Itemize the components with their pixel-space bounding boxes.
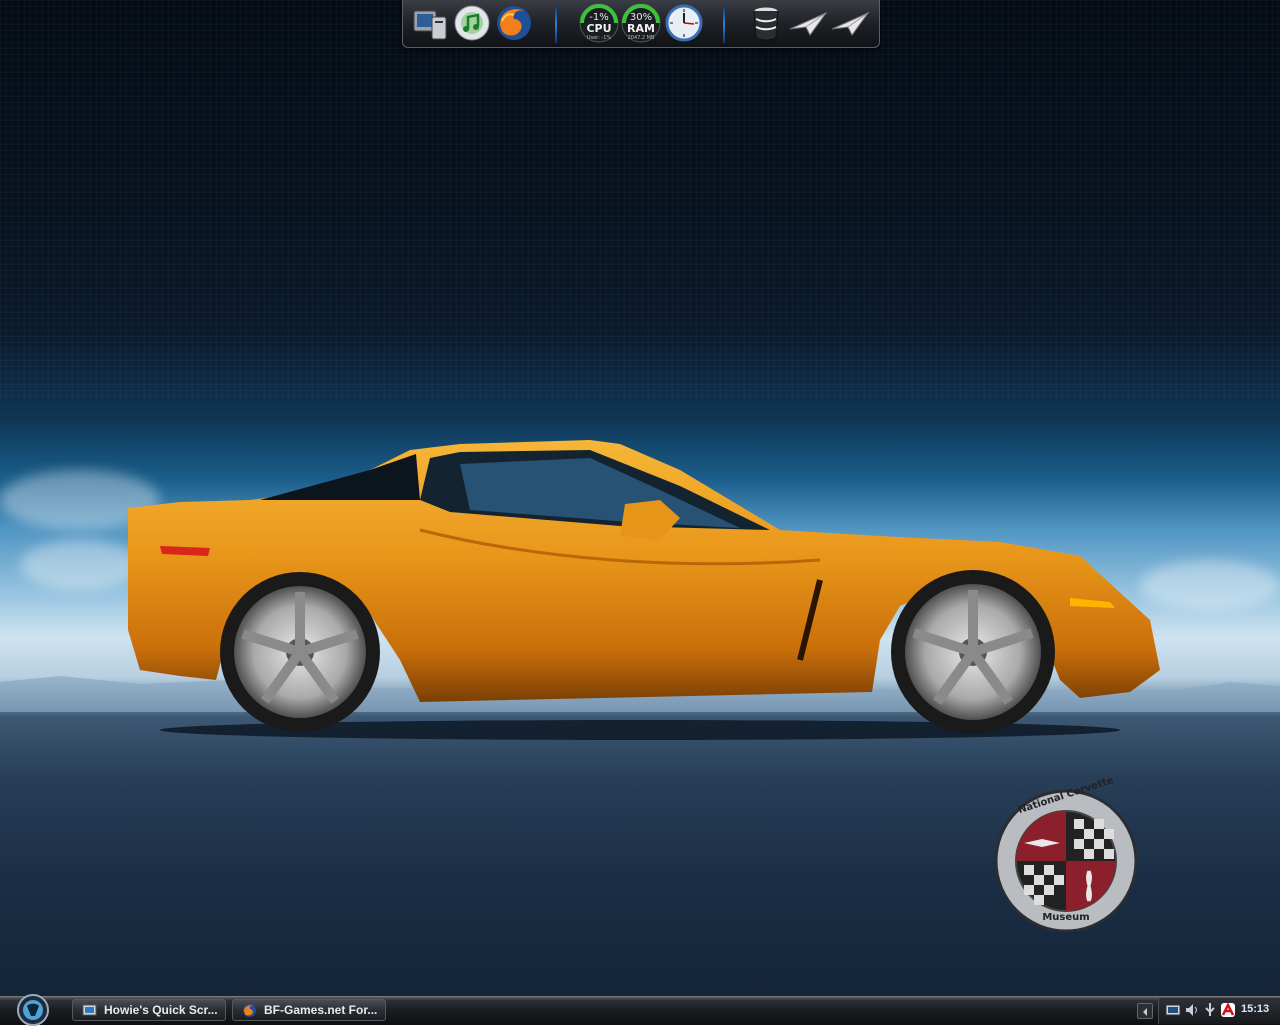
desktop-wallpaper: National Corvette Museum xyxy=(0,0,1280,996)
dock-separator xyxy=(723,5,725,43)
taskbar-item-quick-screenshot[interactable]: Howie's Quick Scr... xyxy=(72,999,226,1021)
antivirus-icon[interactable] xyxy=(1220,1002,1236,1018)
dock-bar: -1% CPU User: -1% 30% RAM 2047.2 MB xyxy=(402,0,880,48)
cpu-label: CPU xyxy=(586,22,612,35)
sports-car-illustration xyxy=(128,440,1160,740)
paper-plane-icon[interactable] xyxy=(788,3,828,43)
taskbar-clock[interactable]: 15:13 xyxy=(1241,1003,1269,1015)
cpu-gauge[interactable]: -1% CPU User: -1% xyxy=(578,2,620,44)
taskbar-item-bf-games[interactable]: BF-Games.net For... xyxy=(232,999,386,1021)
taskbar-item-label: BF-Games.net For... xyxy=(264,1003,378,1017)
taskbar-item-label: Howie's Quick Scr... xyxy=(104,1003,218,1017)
network-icon[interactable] xyxy=(1165,1002,1181,1018)
dock-separator xyxy=(555,5,557,43)
screenshot-app-icon xyxy=(82,1004,97,1016)
volume-icon[interactable] xyxy=(1184,1002,1200,1018)
usb-icon[interactable] xyxy=(1202,1002,1218,1018)
tray-expand-button[interactable] xyxy=(1137,1003,1153,1019)
chevron-left-icon xyxy=(1143,1008,1147,1016)
clock-icon[interactable] xyxy=(664,3,704,43)
museum-logo-bottom-text: Museum xyxy=(1042,912,1090,923)
my-computer-icon[interactable] xyxy=(410,3,450,43)
ram-label: RAM xyxy=(627,22,655,35)
firefox-icon[interactable] xyxy=(494,3,534,43)
cpu-subtext: User: -1% xyxy=(586,35,612,41)
itunes-icon[interactable] xyxy=(452,3,492,43)
start-button-icon[interactable] xyxy=(13,994,53,1026)
paper-plane-icon[interactable] xyxy=(830,3,870,43)
ram-gauge[interactable]: 30% RAM 2047.2 MB xyxy=(620,2,662,44)
recycle-bin-icon[interactable] xyxy=(746,3,786,43)
wallpaper-texture xyxy=(0,0,1280,400)
ram-subtext: 2047.2 MB xyxy=(627,35,655,41)
firefox-icon xyxy=(243,1004,256,1017)
